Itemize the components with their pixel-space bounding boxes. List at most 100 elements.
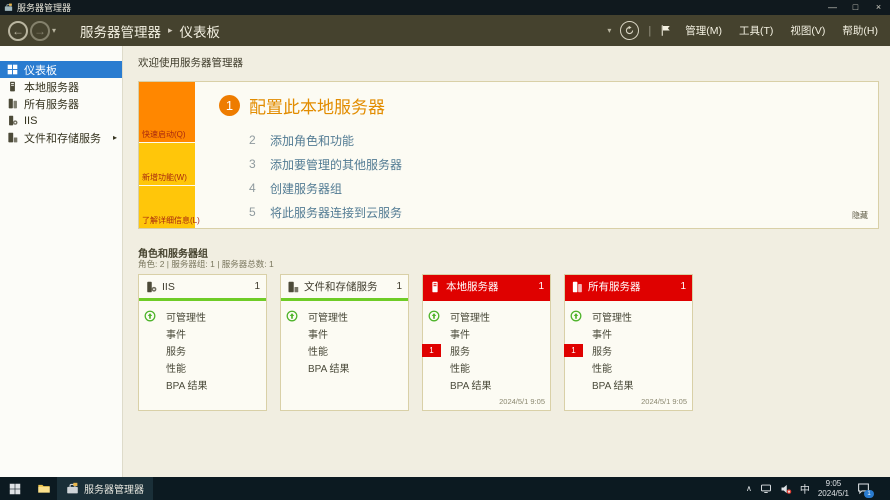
maximize-button[interactable]: □ — [844, 0, 867, 15]
sidebar-list: 仪表板 本地服务器 所有服务器 IIS 文件和存储服务 ▸ — [0, 61, 122, 146]
row-manageability[interactable]: 可管理性 — [565, 308, 692, 325]
sidebar-item-iis[interactable]: IIS — [0, 112, 122, 129]
server-manager-icon — [4, 3, 13, 12]
refresh-button[interactable] — [620, 21, 640, 40]
sidebar-item-file-storage[interactable]: 文件和存储服务 ▸ — [0, 129, 122, 146]
file-explorer-button[interactable] — [30, 477, 57, 500]
sidebar-item-label: 文件和存储服务 — [24, 132, 101, 145]
servers-stack-icon — [7, 98, 19, 109]
screen: 服务器管理器 — □ × ← → ▾ 服务器管理器 ▸ 仪表板 ▾ | 管理(M… — [0, 0, 890, 500]
tile-rows: 可管理性 事件 1 服务 性能 BPA 结果 — [564, 301, 692, 393]
row-performance[interactable]: 性能 — [423, 359, 550, 376]
step-create-server-group[interactable]: 4 创建服务器组 — [249, 176, 402, 200]
row-label: 可管理性 — [450, 313, 490, 324]
speaker-muted-icon[interactable] — [780, 483, 792, 495]
server-manager-taskbar-button[interactable]: 服务器管理器 — [57, 477, 153, 500]
tile-rows: 可管理性 事件 1 服务 性能 BPA 结果 — [422, 301, 550, 393]
forward-button[interactable]: → — [30, 20, 50, 41]
tile-timestamp: 2024/5/1 9:05 — [499, 397, 545, 406]
step-add-servers[interactable]: 3 添加要管理的其他服务器 — [249, 152, 402, 176]
row-bpa-results[interactable]: BPA 结果 — [423, 376, 550, 393]
action-center-icon[interactable]: 1 — [857, 482, 874, 498]
menu-manage[interactable]: 管理(M) — [681, 23, 726, 38]
hide-welcome-link[interactable]: 隐藏 — [852, 210, 868, 221]
step-connect-cloud[interactable]: 5 将此服务器连接到云服务 — [249, 200, 402, 224]
row-manageability[interactable]: 可管理性 — [139, 308, 266, 325]
start-button[interactable] — [0, 477, 30, 500]
row-performance[interactable]: 性能 — [565, 359, 692, 376]
role-tiles: IIS 1 可管理性 事件 服务 性能 BPA 结果 文件和存储服务 1 可管理… — [138, 274, 693, 411]
app-body: 仪表板 本地服务器 所有服务器 IIS 文件和存储服务 ▸ 欢迎使用服务器管理器… — [0, 46, 890, 477]
row-bpa-results[interactable]: BPA 结果 — [281, 359, 408, 376]
welcome-tile: 快速启动(Q) 新增功能(W) 了解详细信息(L) 1 配置此本地服务器 2 添… — [138, 81, 879, 229]
server-icon — [429, 281, 441, 293]
window-controls: — □ × — [821, 0, 890, 15]
windows-logo-icon — [9, 483, 21, 494]
strip-learn-more[interactable]: 了解详细信息(L) — [139, 185, 200, 228]
dashboard-grid-icon — [7, 64, 19, 75]
row-label: BPA 结果 — [450, 381, 492, 392]
history-caret-icon[interactable]: ▾ — [52, 26, 56, 35]
row-label: 性能 — [166, 364, 186, 375]
strip-whats-new[interactable]: 新增功能(W) — [139, 142, 195, 185]
sidebar-item-label: IIS — [24, 114, 38, 127]
menu-view[interactable]: 视图(V) — [786, 23, 829, 38]
strip-quick-start[interactable]: 快速启动(Q) — [139, 82, 195, 142]
sidebar-item-all-servers[interactable]: 所有服务器 — [0, 95, 122, 112]
clock-date: 2024/5/1 — [817, 488, 849, 498]
sidebar-item-local-server[interactable]: 本地服务器 — [0, 78, 122, 95]
welcome-greeting: 欢迎使用服务器管理器 — [138, 57, 243, 69]
navigation-bar: ← → ▾ 服务器管理器 ▸ 仪表板 ▾ | 管理(M) 工具(T) 视图(V)… — [0, 15, 890, 46]
row-label: 可管理性 — [592, 313, 632, 324]
window-title: 服务器管理器 — [17, 3, 72, 13]
row-label: 事件 — [308, 330, 328, 341]
minimize-button[interactable]: — — [821, 0, 844, 15]
step-configure-local-server[interactable]: 1 配置此本地服务器 — [219, 93, 385, 118]
row-events[interactable]: 事件 — [139, 325, 266, 342]
breadcrumb-root[interactable]: 服务器管理器 — [80, 21, 161, 41]
tile-header[interactable]: 文件和存储服务 1 — [281, 275, 408, 301]
sidebar-item-dashboard[interactable]: 仪表板 — [0, 61, 122, 78]
tile-header[interactable]: 所有服务器 1 — [565, 275, 692, 301]
row-label: BPA 结果 — [308, 364, 350, 375]
taskbar-clock[interactable]: 9:05 2024/5/1 — [818, 479, 849, 498]
network-icon[interactable] — [760, 483, 772, 494]
tray-expand-chevron-icon[interactable]: ∧ — [746, 484, 752, 493]
row-bpa-results[interactable]: BPA 结果 — [565, 376, 692, 393]
tile-server-count: 1 — [254, 281, 260, 292]
up-arrow-circle-icon — [286, 310, 298, 322]
step-number: 5 — [249, 205, 256, 219]
refresh-caret-icon[interactable]: ▾ — [607, 26, 611, 35]
row-services[interactable]: 1 服务 — [422, 342, 550, 359]
back-button[interactable]: ← — [8, 20, 28, 41]
row-events[interactable]: 事件 — [565, 325, 692, 342]
row-events[interactable]: 事件 — [281, 325, 408, 342]
step-number: 2 — [249, 133, 256, 147]
chevron-right-icon[interactable]: ▸ — [113, 133, 117, 142]
row-manageability[interactable]: 可管理性 — [423, 308, 550, 325]
tile-header[interactable]: IIS 1 — [139, 275, 266, 301]
step-add-roles[interactable]: 2 添加角色和功能 — [249, 128, 402, 152]
row-services[interactable]: 服务 — [139, 342, 266, 359]
row-label: 事件 — [450, 330, 470, 341]
clock-time: 9:05 — [825, 478, 842, 488]
close-button[interactable]: × — [867, 0, 890, 15]
row-performance[interactable]: 性能 — [139, 359, 266, 376]
roles-section-summary: 角色: 2 | 服务器组: 1 | 服务器总数: 1 — [138, 259, 274, 269]
notifications-flag-icon[interactable] — [660, 24, 672, 37]
row-label: 服务 — [450, 347, 470, 358]
tile-name: IIS — [162, 280, 175, 293]
iis-server-icon — [7, 115, 19, 126]
row-services[interactable]: 1 服务 — [564, 342, 692, 359]
menu-tools[interactable]: 工具(T) — [735, 23, 777, 38]
input-method-indicator[interactable]: 中 — [800, 481, 810, 496]
row-manageability[interactable]: 可管理性 — [281, 308, 408, 325]
row-label: BPA 结果 — [166, 381, 208, 392]
server-icon — [7, 81, 19, 92]
row-performance[interactable]: 性能 — [281, 342, 408, 359]
menu-help[interactable]: 帮助(H) — [838, 23, 882, 38]
tile-header[interactable]: 本地服务器 1 — [423, 275, 550, 301]
row-events[interactable]: 事件 — [423, 325, 550, 342]
row-bpa-results[interactable]: BPA 结果 — [139, 376, 266, 393]
file-storage-server-icon — [287, 281, 299, 293]
